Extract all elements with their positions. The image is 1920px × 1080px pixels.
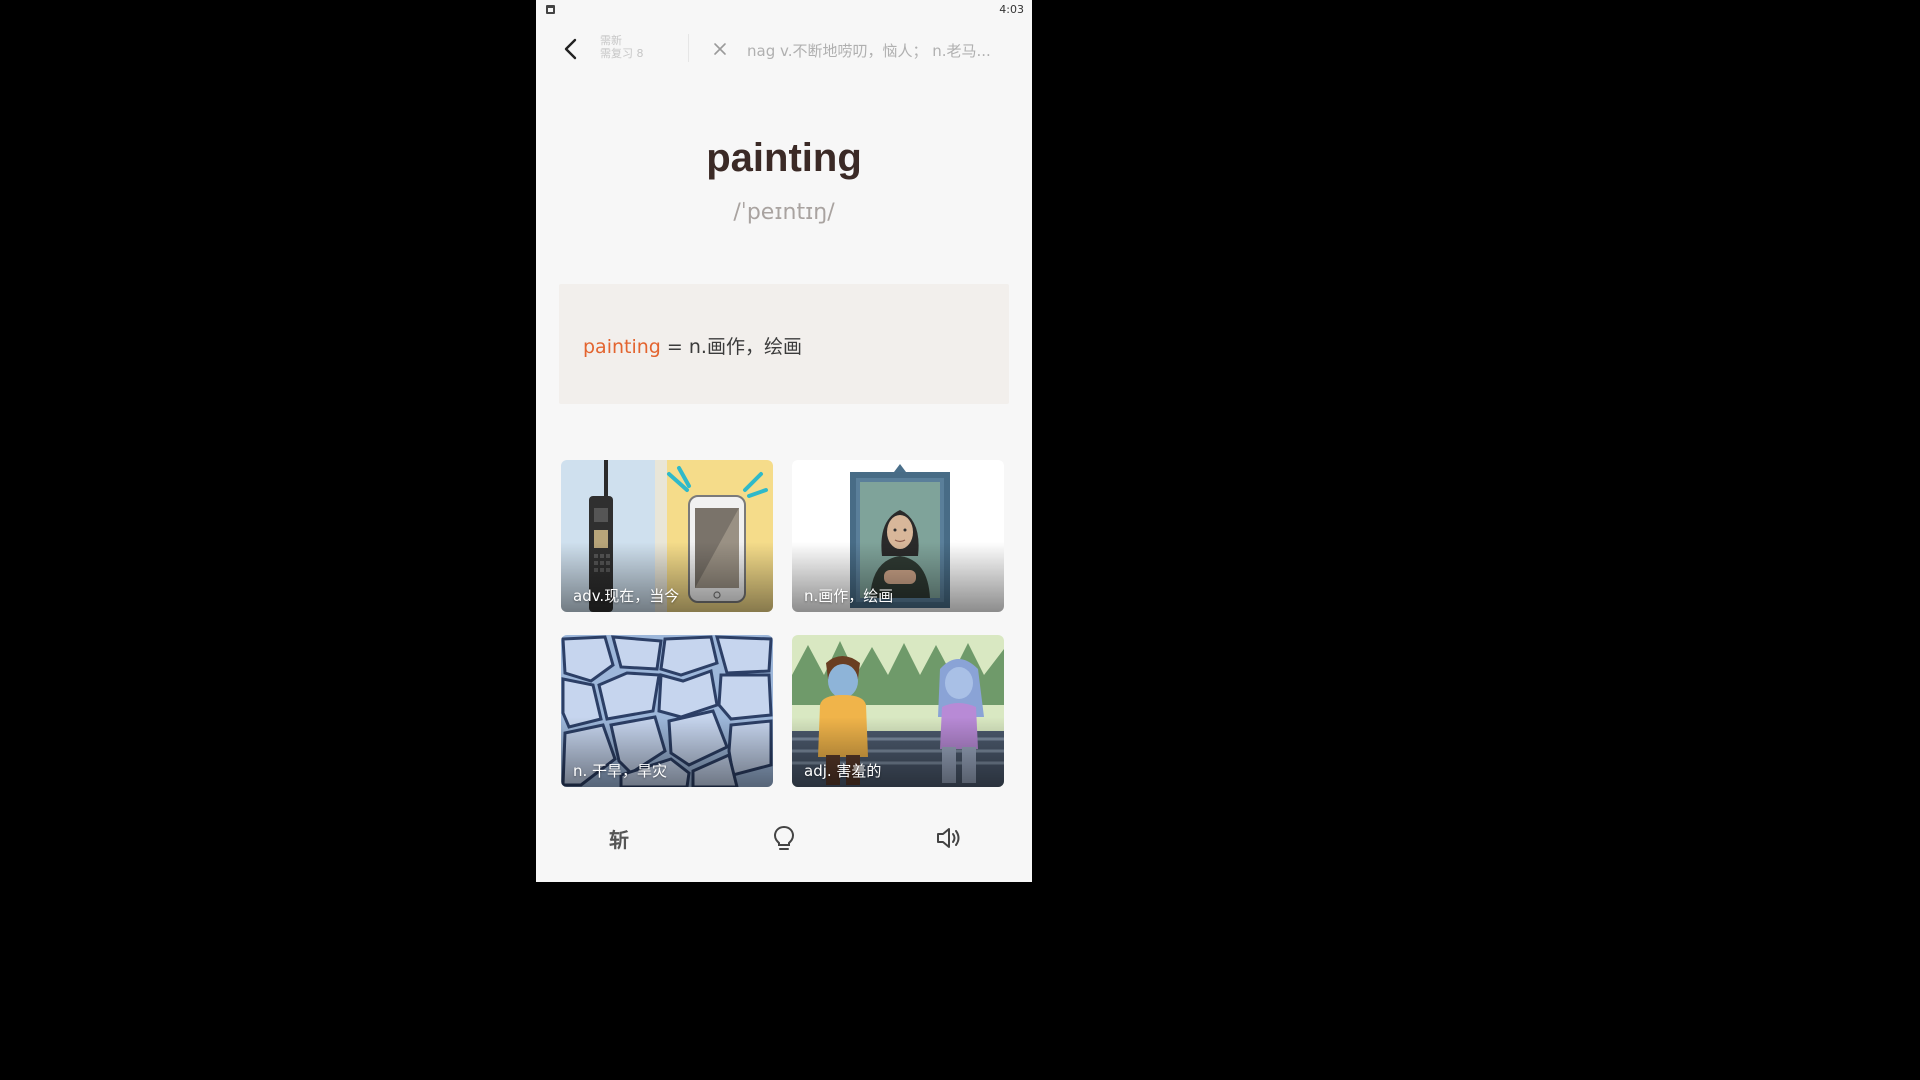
option-label-2: n.画作，绘画	[804, 587, 894, 605]
option-card-2[interactable]: n.画作，绘画	[792, 460, 1004, 612]
app-screen: 4:03 需新 需复习 8 nag v.不断地唠叨，恼人； n.老马... pa…	[536, 0, 1032, 882]
phonetic: /ˈpeɪntɪŋ/	[733, 200, 835, 225]
definition-word: painting	[583, 336, 661, 358]
chop-button[interactable]: 斩	[599, 818, 639, 858]
option-card-4[interactable]: adj. 害羞的	[792, 635, 1004, 787]
definition-card[interactable]: painting = n.画作，绘画	[559, 284, 1009, 404]
close-icon	[714, 43, 726, 55]
option-label-1: adv.现在，当今	[573, 587, 680, 605]
pronounce-button[interactable]	[929, 818, 969, 858]
new-count: 需新	[600, 34, 622, 47]
review-count: 需复习 8	[600, 47, 644, 60]
speaker-icon	[937, 828, 960, 848]
definition-text: painting = n.画作，绘画	[583, 332, 802, 359]
lightbulb-icon	[773, 825, 795, 850]
dismiss-previous-button[interactable]	[709, 38, 731, 60]
chevron-left-icon	[564, 38, 577, 60]
previous-word[interactable]: nag v.不断地唠叨，恼人； n.老马...	[747, 40, 1017, 61]
option-card-3[interactable]: n. 干旱，旱灾	[561, 635, 773, 787]
chop-label: 斩	[609, 827, 629, 852]
status-time: 4:03	[999, 3, 1024, 16]
definition-meaning: = n.画作，绘画	[660, 336, 802, 358]
progress-counter[interactable]: 需新 需复习 8	[595, 31, 653, 67]
status-bar: 4:03	[536, 0, 1032, 20]
hint-button[interactable]	[764, 818, 804, 858]
option-label-3: n. 干旱，旱灾	[573, 762, 668, 780]
option-card-1[interactable]: adv.现在，当今	[561, 460, 773, 612]
option-label-4: adj. 害羞的	[804, 762, 882, 780]
back-button[interactable]	[558, 34, 586, 64]
headword: painting	[706, 136, 862, 180]
divider	[688, 34, 689, 62]
notification-icon	[546, 5, 555, 14]
